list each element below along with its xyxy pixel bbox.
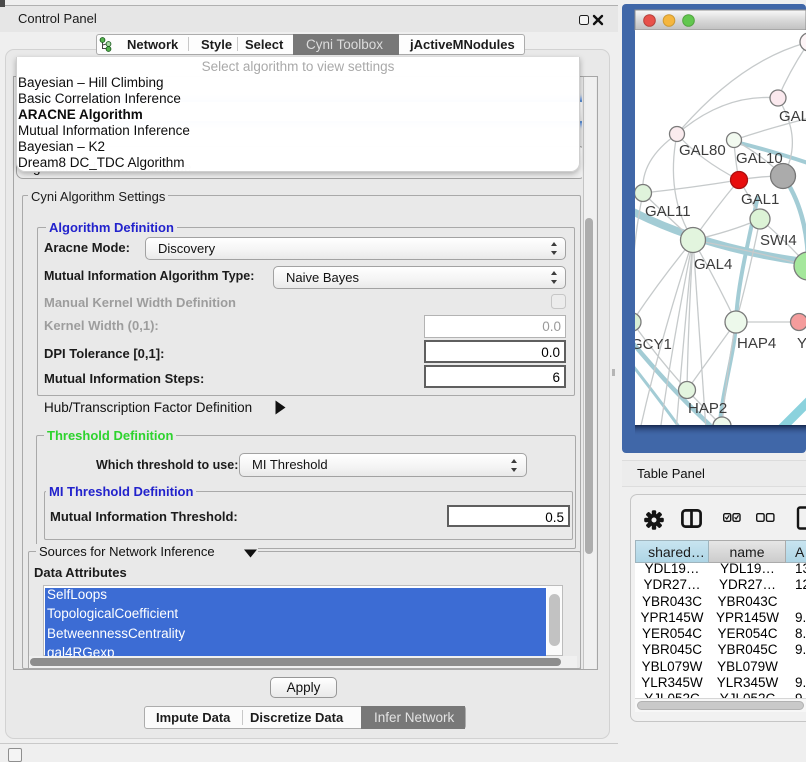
svg-text:GAL2: GAL2 <box>779 108 806 125</box>
svg-text:GAL1: GAL1 <box>741 191 779 208</box>
svg-text:GCY1: GCY1 <box>631 336 672 353</box>
svg-text:GAL10: GAL10 <box>736 150 783 167</box>
svg-text:SWI4: SWI4 <box>760 232 797 249</box>
svg-text:GAL80: GAL80 <box>679 142 726 159</box>
svg-text:YJ: YJ <box>797 335 806 352</box>
svg-text:HAP2: HAP2 <box>688 400 727 417</box>
svg-text:GAL11: GAL11 <box>645 203 691 220</box>
svg-text:HAP4: HAP4 <box>737 335 776 352</box>
svg-text:GAL4: GAL4 <box>694 256 732 273</box>
